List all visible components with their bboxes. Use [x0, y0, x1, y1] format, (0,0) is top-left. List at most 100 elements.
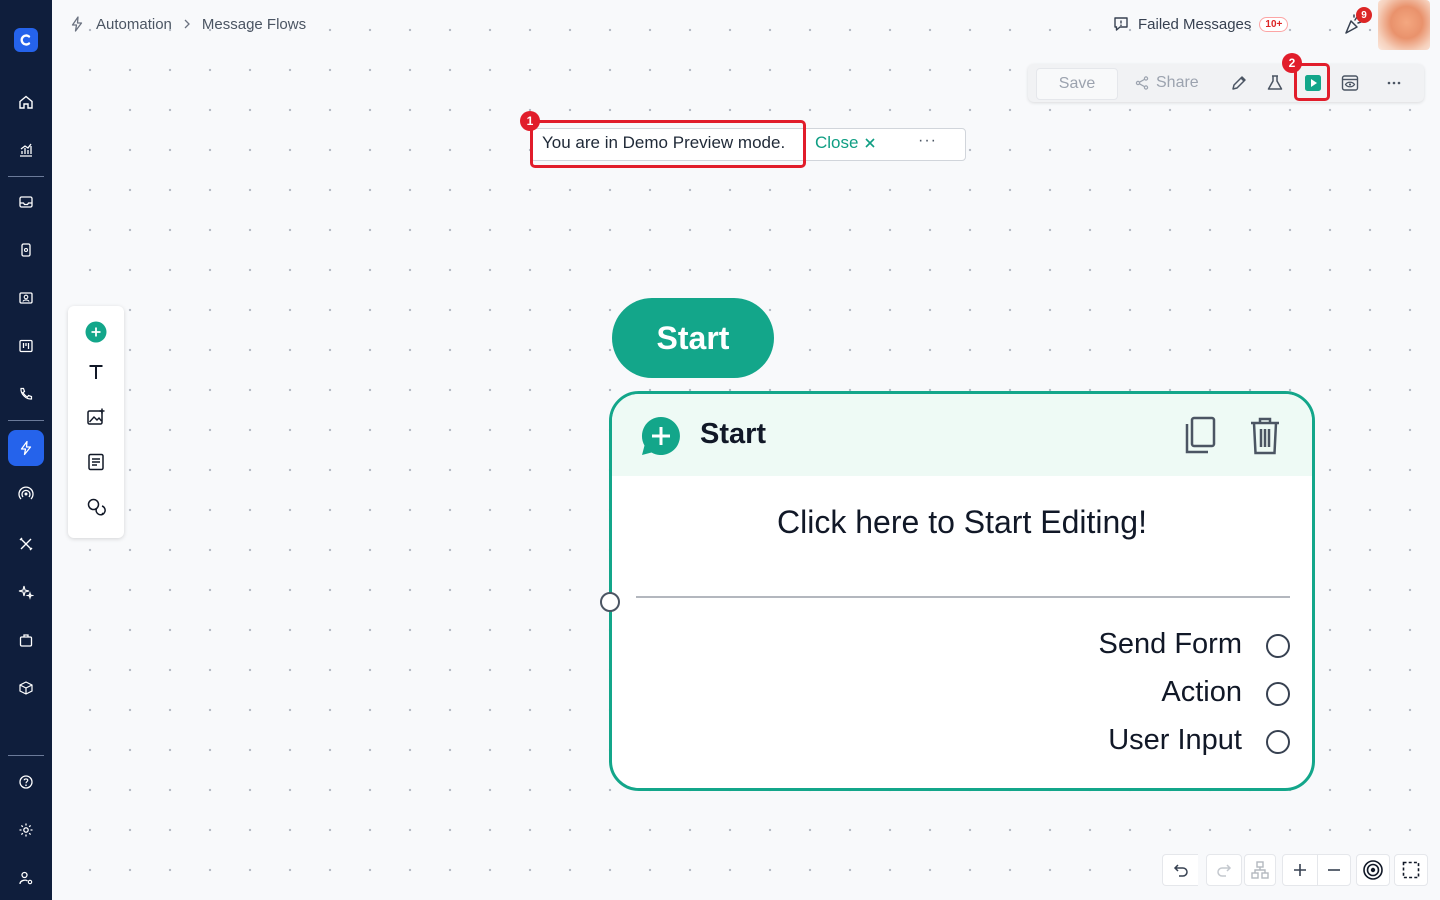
sidebar-item-help[interactable] — [8, 764, 44, 800]
hierarchy-icon — [1251, 861, 1269, 879]
node-header: Start — [612, 394, 1312, 476]
inbox-icon — [19, 196, 33, 208]
chevron-right-icon — [184, 19, 190, 29]
node-title: Start — [700, 418, 767, 450]
failed-messages-label: Failed Messages — [1138, 15, 1252, 33]
board-icon — [19, 339, 33, 353]
sidebar-item-board[interactable] — [8, 328, 44, 364]
help-icon — [19, 775, 33, 789]
close-icon — [865, 138, 876, 148]
demo-close-button[interactable]: Close — [815, 133, 876, 153]
test-button[interactable] — [1265, 73, 1285, 93]
breadcrumb-current: Message Flows — [201, 15, 307, 33]
undo-button[interactable] — [1162, 854, 1198, 886]
pencil-icon — [1232, 76, 1246, 90]
home-icon — [19, 95, 33, 109]
fit-view-button[interactable] — [1356, 854, 1390, 886]
sidebar-item-home[interactable] — [8, 84, 44, 120]
sidebar-item-ai[interactable] — [8, 574, 44, 610]
failed-messages-badge: 10+ — [1259, 16, 1289, 32]
sidebar-item-settings[interactable] — [8, 812, 44, 848]
redo-icon — [1217, 864, 1232, 877]
share-label: Share — [1156, 74, 1199, 91]
plus-icon — [1294, 864, 1306, 876]
redo-button[interactable] — [1206, 854, 1242, 886]
phone-icon — [20, 387, 33, 400]
step-marker-1: 1 — [520, 111, 540, 131]
sidebar-item-automation[interactable] — [8, 430, 44, 466]
auto-layout-button[interactable] — [1244, 854, 1276, 886]
message-add-icon — [641, 416, 680, 455]
node-option-action: Action — [1161, 676, 1242, 708]
briefcase-icon — [19, 634, 33, 647]
share-icon — [1135, 76, 1149, 90]
option-connector-action[interactable] — [1266, 682, 1290, 706]
bolt-icon — [20, 440, 32, 456]
plus-circle-icon — [85, 321, 107, 343]
option-connector-user-input[interactable] — [1266, 730, 1290, 754]
node-option-user-input: User Input — [1108, 724, 1242, 756]
sidebar-divider — [8, 755, 44, 756]
more-options-button[interactable] — [1384, 73, 1404, 93]
sidebar-divider — [8, 420, 44, 421]
sidebar-item-store[interactable] — [8, 622, 44, 658]
chat-bubbles-icon — [87, 498, 106, 516]
package-icon — [19, 681, 33, 695]
sidebar — [0, 0, 52, 900]
option-connector-send-form[interactable] — [1266, 634, 1290, 658]
add-image-button[interactable] — [85, 406, 107, 428]
sidebar-item-broadcast[interactable] — [8, 476, 44, 512]
sidebar-item-tools[interactable] — [8, 526, 44, 562]
document-icon — [88, 453, 104, 471]
bolt-icon — [71, 16, 83, 32]
app-logo[interactable] — [14, 28, 38, 52]
fullscreen-button[interactable] — [1394, 854, 1428, 886]
analytics-icon — [20, 143, 32, 157]
zoom-in-button[interactable] — [1282, 854, 1318, 886]
highlight-box-demo-message — [530, 120, 806, 168]
logo-icon — [20, 34, 31, 46]
undo-icon — [1173, 864, 1188, 877]
trash-icon[interactable] — [1248, 416, 1282, 456]
failed-messages-link[interactable]: Failed Messages 10+ — [1112, 14, 1289, 34]
broadcast-icon — [18, 486, 34, 500]
contacts-icon — [19, 292, 33, 304]
add-chat-button[interactable] — [85, 496, 107, 518]
share-button[interactable]: Share — [1134, 68, 1199, 98]
notification-count-badge: 9 — [1356, 7, 1372, 23]
zoom-out-button[interactable] — [1317, 854, 1351, 886]
sidebar-item-calls[interactable] — [8, 376, 44, 412]
start-message-node[interactable]: Start Click here to Start Editing! Send … — [609, 391, 1315, 791]
breadcrumb: Automation Message Flows — [70, 14, 306, 34]
node-tools-panel — [68, 306, 124, 538]
breadcrumb-root[interactable]: Automation — [96, 16, 172, 33]
preview-button[interactable] — [1340, 73, 1360, 93]
user-avatar[interactable] — [1378, 0, 1430, 50]
text-icon — [89, 365, 103, 379]
minus-icon — [1328, 869, 1340, 871]
step-marker-2: 2 — [1282, 53, 1302, 73]
node-divider — [636, 596, 1290, 598]
node-start-editing-prompt[interactable]: Click here to Start Editing! — [612, 504, 1312, 541]
add-document-button[interactable] — [85, 451, 107, 473]
sidebar-item-analytics[interactable] — [8, 132, 44, 168]
edit-button[interactable] — [1229, 73, 1249, 93]
sidebar-item-contacts[interactable] — [8, 280, 44, 316]
save-button[interactable]: Save — [1036, 68, 1118, 100]
copy-icon[interactable] — [1182, 416, 1218, 456]
flow-toolbar: Save Share — [1028, 64, 1424, 102]
sidebar-item-device[interactable] — [8, 232, 44, 268]
node-input-connector[interactable] — [600, 592, 620, 612]
eye-preview-icon — [1341, 75, 1359, 91]
sidebar-item-user-settings[interactable] — [8, 860, 44, 896]
message-alert-icon — [1114, 17, 1128, 31]
demo-close-label: Close — [815, 133, 859, 152]
add-text-button[interactable] — [85, 361, 107, 383]
gear-icon — [19, 823, 33, 837]
demo-more-button[interactable]: ··· — [918, 132, 937, 150]
add-node-button[interactable] — [85, 321, 107, 343]
node-option-send-form: Send Form — [1098, 628, 1242, 660]
sidebar-item-packages[interactable] — [8, 670, 44, 706]
start-node-pill[interactable]: Start — [612, 298, 774, 378]
sidebar-item-inbox[interactable] — [8, 184, 44, 220]
